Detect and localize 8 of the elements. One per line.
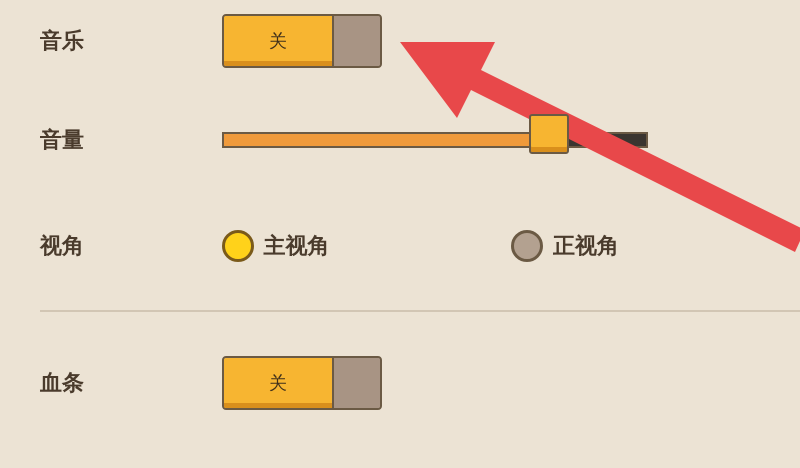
setting-label: 音量 [40, 126, 85, 154]
setting-label: 音乐 [40, 28, 85, 56]
setting-label: 视角 [40, 232, 85, 260]
slider-thumb[interactable] [528, 114, 569, 154]
toggle-switch[interactable]: 关 [222, 356, 382, 410]
toggle-switch[interactable]: 关 [222, 14, 382, 68]
setting-label: 血条 [40, 370, 85, 398]
radio-option[interactable]: 主视角 [222, 230, 511, 262]
